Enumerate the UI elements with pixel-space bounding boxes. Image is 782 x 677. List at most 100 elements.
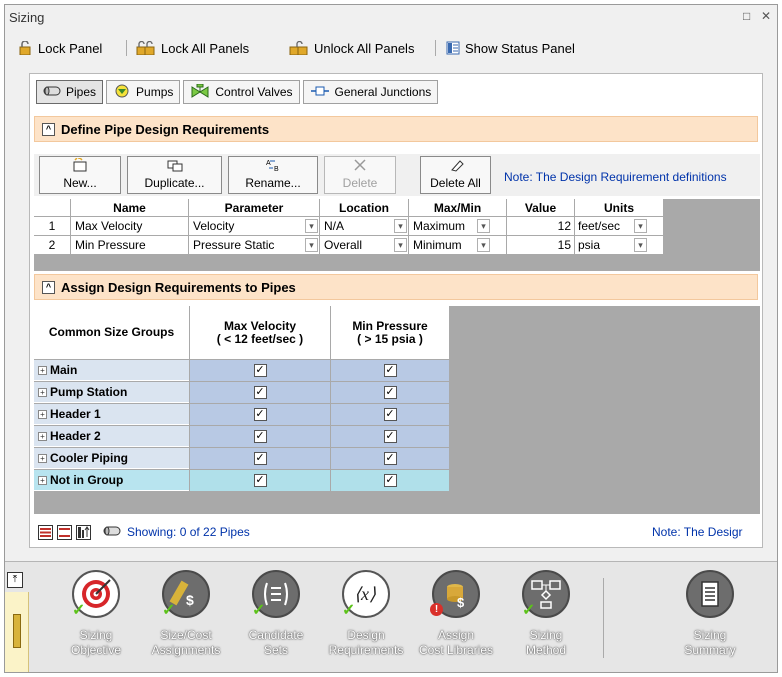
nav-sizing-objective[interactable]: ✓ Sizing Objective <box>57 570 135 666</box>
pin-toggle-icon[interactable]: ⤒ <box>7 572 23 588</box>
maxmin-column-header[interactable]: Max/Min <box>409 199 506 216</box>
nav-sizing-summary[interactable]: Sizing Summary <box>671 570 749 666</box>
min-pressure-checkbox-cell[interactable]: ✓ <box>331 360 449 381</box>
group-row-pump-station[interactable]: + Pump Station <box>34 382 189 403</box>
min-pressure-checkbox-cell[interactable]: ✓ <box>331 470 449 491</box>
new-button[interactable]: New... <box>39 156 121 194</box>
chevron-down-icon[interactable]: ▾ <box>634 238 647 252</box>
location-column-header[interactable]: Location <box>320 199 408 216</box>
expand-icon[interactable]: + <box>38 387 47 397</box>
checkbox-checked[interactable]: ✓ <box>253 452 267 465</box>
location-dropdown[interactable]: N/A ▾ <box>320 217 408 235</box>
maxmin-dropdown[interactable]: Minimum ▾ <box>409 236 506 254</box>
checkbox-checked[interactable]: ✓ <box>253 364 267 377</box>
value-input[interactable]: 12 <box>507 217 574 235</box>
assign-section-header[interactable]: ^ Assign Design Requirements to Pipes <box>34 274 758 300</box>
name-column-header[interactable]: Name <box>71 199 188 216</box>
tab-general-junctions[interactable]: General Junctions <box>302 80 439 104</box>
checkbox-checked[interactable]: ✓ <box>253 474 267 487</box>
max-velocity-checkbox-cell[interactable]: ✓ <box>190 426 330 447</box>
parameter-dropdown[interactable]: Pressure Static ▾ <box>189 236 319 254</box>
tab-pipes[interactable]: Pipes <box>36 80 104 104</box>
lock-all-panels-button[interactable]: Lock All Panels <box>136 38 249 58</box>
min-pressure-checkbox-cell[interactable]: ✓ <box>331 382 449 403</box>
min-pressure-column-header[interactable]: Min Pressure ( > 15 psia ) <box>331 306 449 359</box>
max-velocity-checkbox-cell[interactable]: ✓ <box>190 382 330 403</box>
value-input[interactable]: 15 <box>507 236 574 254</box>
define-section-header[interactable]: ^ Define Pipe Design Requirements <box>34 116 758 142</box>
max-velocity-column-header[interactable]: Max Velocity ( < 12 feet/sec ) <box>190 306 330 359</box>
rename-button[interactable]: AB Rename... <box>228 156 318 194</box>
status-panel-icon <box>446 41 460 55</box>
collapse-icon[interactable]: ^ <box>42 280 55 294</box>
error-icon: ! <box>430 603 443 616</box>
checkbox-checked[interactable]: ✓ <box>253 408 267 421</box>
checkbox-checked[interactable]: ✓ <box>383 364 397 377</box>
nav-size-cost-assignments[interactable]: $ ✓ Size/Cost Assignments <box>147 570 225 666</box>
chevron-down-icon[interactable]: ▾ <box>305 238 318 252</box>
checkbox-checked[interactable]: ✓ <box>383 430 397 443</box>
expand-icon[interactable]: + <box>38 409 47 419</box>
tab-pumps[interactable]: Pumps <box>106 80 181 104</box>
sizing-window: Sizing □ ✕ Lock Panel Lock All Panels Un… <box>4 4 778 673</box>
expand-icon[interactable]: + <box>38 453 47 463</box>
checkbox-checked[interactable]: ✓ <box>253 430 267 443</box>
parameter-dropdown[interactable]: Velocity ▾ <box>189 217 319 235</box>
duplicate-button[interactable]: Duplicate... <box>127 156 222 194</box>
expand-icon[interactable]: + <box>38 475 47 485</box>
units-column-header[interactable]: Units <box>575 199 663 216</box>
nav-sizing-method[interactable]: ✓ Sizing Method <box>507 570 585 666</box>
location-dropdown[interactable]: Overall ▾ <box>320 236 408 254</box>
close-icon[interactable]: ✕ <box>761 9 771 23</box>
nav-assign-cost-libraries[interactable]: $ ! Assign Cost Libraries <box>417 570 495 666</box>
maxmin-dropdown[interactable]: Maximum ▾ <box>409 217 506 235</box>
expand-all-rows-icon[interactable] <box>38 524 53 540</box>
chevron-down-icon[interactable]: ▾ <box>634 219 647 233</box>
value-column-header[interactable]: Value <box>507 199 574 216</box>
chevron-down-icon[interactable]: ▾ <box>305 219 318 233</box>
tab-control-valves[interactable]: Control Valves <box>183 80 300 104</box>
chevron-down-icon[interactable]: ▾ <box>394 238 407 252</box>
nav-label: Candidate Sets <box>248 628 304 657</box>
sizing-tab-strip[interactable] <box>5 592 29 672</box>
checkbox-checked[interactable]: ✓ <box>383 386 397 399</box>
units-dropdown[interactable]: psia ▾ <box>575 236 663 254</box>
parameter-column-header[interactable]: Parameter <box>189 199 319 216</box>
sort-icon[interactable] <box>76 524 91 540</box>
group-row-header-1[interactable]: + Header 1 <box>34 404 189 425</box>
checkbox-checked[interactable]: ✓ <box>253 386 267 399</box>
nav-design-requirements[interactable]: ⟨x⟩ ✓ Design Requirements <box>327 570 405 666</box>
checkbox-checked[interactable]: ✓ <box>383 452 397 465</box>
chevron-down-icon[interactable]: ▾ <box>394 219 407 233</box>
max-velocity-checkbox-cell[interactable]: ✓ <box>190 448 330 469</box>
lock-panel-button[interactable]: Lock Panel <box>17 38 102 58</box>
delete-button[interactable]: Delete <box>324 156 396 194</box>
chevron-down-icon[interactable]: ▾ <box>477 238 490 252</box>
max-velocity-checkbox-cell[interactable]: ✓ <box>190 404 330 425</box>
collapse-icon[interactable]: ^ <box>42 122 55 136</box>
checkbox-checked[interactable]: ✓ <box>383 408 397 421</box>
showing-count: Showing: 0 of 22 Pipes <box>127 525 250 539</box>
show-status-panel-button[interactable]: Show Status Panel <box>446 38 575 58</box>
maximize-icon[interactable]: □ <box>743 9 750 23</box>
max-velocity-checkbox-cell[interactable]: ✓ <box>190 360 330 381</box>
delete-all-button[interactable]: Delete All <box>420 156 491 194</box>
expand-icon[interactable]: + <box>38 365 47 375</box>
min-pressure-checkbox-cell[interactable]: ✓ <box>331 448 449 469</box>
requirement-name-cell[interactable]: Max Velocity <box>71 217 188 235</box>
chevron-down-icon[interactable]: ▾ <box>477 219 490 233</box>
group-row-header-2[interactable]: + Header 2 <box>34 426 189 447</box>
requirement-name-cell[interactable]: Min Pressure <box>71 236 188 254</box>
max-velocity-checkbox-cell[interactable]: ✓ <box>190 470 330 491</box>
units-dropdown[interactable]: feet/sec ▾ <box>575 217 663 235</box>
min-pressure-checkbox-cell[interactable]: ✓ <box>331 426 449 447</box>
expand-icon[interactable]: + <box>38 431 47 441</box>
min-pressure-checkbox-cell[interactable]: ✓ <box>331 404 449 425</box>
unlock-all-panels-button[interactable]: Unlock All Panels <box>289 38 414 58</box>
group-row-main[interactable]: + Main <box>34 360 189 381</box>
checkbox-checked[interactable]: ✓ <box>383 474 397 487</box>
group-row-cooler-piping[interactable]: + Cooler Piping <box>34 448 189 469</box>
group-row-not-in-group[interactable]: + Not in Group <box>34 470 189 491</box>
collapse-all-rows-icon[interactable] <box>57 524 72 540</box>
nav-candidate-sets[interactable]: ✓ Candidate Sets <box>237 570 315 666</box>
